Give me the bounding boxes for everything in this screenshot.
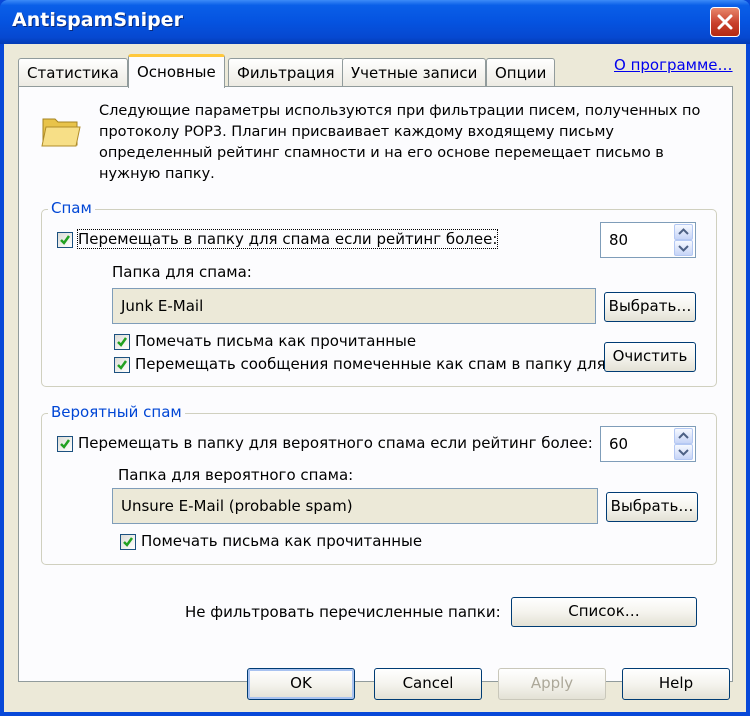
intro-text: Следующие параметры используются при фил… — [99, 103, 701, 182]
checkmark-icon — [117, 360, 128, 370]
spin-up-button[interactable] — [674, 224, 693, 240]
window-title: AntispamSniper — [12, 9, 183, 31]
apply-button[interactable]: Apply — [498, 668, 606, 700]
tab-statistics[interactable]: Статистика — [18, 58, 128, 87]
spam-folder-field[interactable]: Junk E-Mail — [112, 288, 596, 324]
tab-general[interactable]: Основные — [128, 54, 225, 88]
checkmark-icon — [117, 337, 128, 347]
about-link[interactable]: О программе… — [614, 56, 733, 74]
spam-group-legend: Спам — [48, 199, 95, 217]
spam-folder-label: Папка для спама: — [112, 263, 252, 281]
arrow-up-icon — [678, 432, 689, 439]
ok-button[interactable]: OK — [247, 668, 355, 700]
folder-list-button[interactable]: Список… — [511, 597, 697, 627]
checkmark-icon — [60, 235, 71, 245]
probable-folder-field[interactable]: Unsure E-Mail (probable spam) — [112, 488, 598, 524]
spam-clear-button[interactable]: Очистить — [604, 342, 696, 372]
spam-rating-spinner[interactable]: 80 — [600, 222, 696, 258]
arrow-down-icon — [678, 449, 689, 456]
probable-spam-group: Вероятный спам Перемещать в папку для ве… — [41, 403, 717, 565]
move-probable-label[interactable]: Перемещать в папку для вероятного спама … — [78, 434, 593, 452]
dialog-window: AntispamSniper Статистика Основные Фильт… — [0, 0, 750, 716]
tab-filtering[interactable]: Фильтрация — [228, 58, 344, 87]
probable-choose-button[interactable]: Выбрать… — [606, 492, 698, 522]
move-marked-checkbox[interactable] — [114, 357, 130, 373]
arrow-down-icon — [678, 245, 689, 252]
cancel-button[interactable]: Cancel — [374, 668, 482, 700]
spin-down-button[interactable] — [674, 444, 693, 460]
checkmark-icon — [60, 439, 71, 449]
probable-folder-label: Папка для вероятного спама: — [118, 466, 354, 484]
spin-down-button[interactable] — [674, 240, 693, 256]
probable-rating-value: 60 — [609, 435, 629, 453]
tab-options[interactable]: Опции — [486, 58, 556, 87]
tab-label: Учетные записи — [351, 64, 478, 82]
exclude-folders-label: Не фильтровать перечисленные папки: — [185, 603, 501, 621]
close-icon — [717, 14, 733, 30]
arrow-up-icon — [678, 228, 689, 235]
move-spam-checkbox[interactable] — [57, 232, 73, 248]
probable-rating-spinner[interactable]: 60 — [600, 426, 696, 462]
tab-label: Опции — [495, 64, 547, 82]
probable-mark-read-label[interactable]: Помечать письма как прочитанные — [141, 532, 422, 550]
spam-choose-button[interactable]: Выбрать… — [604, 292, 696, 322]
probable-spam-legend: Вероятный спам — [48, 403, 185, 421]
spam-mark-read-label[interactable]: Помечать письма как прочитанные — [135, 332, 416, 350]
spam-rating-value: 80 — [609, 231, 629, 249]
folder-icon — [41, 118, 81, 147]
dialog-body: Статистика Основные Фильтрация Учетные з… — [4, 44, 746, 712]
spin-up-button[interactable] — [674, 428, 693, 444]
tab-label: Основные — [137, 63, 216, 81]
title-bar[interactable]: AntispamSniper — [0, 0, 750, 44]
move-spam-label[interactable]: Перемещать в папку для спама если рейтин… — [76, 229, 499, 249]
tab-panel-general: Следующие параметры используются при фил… — [18, 86, 733, 682]
spam-group: Спам Перемещать в папку для спама если р… — [41, 199, 717, 387]
checkmark-icon — [123, 537, 134, 547]
move-probable-checkbox[interactable] — [57, 436, 73, 452]
tab-label: Фильтрация — [237, 64, 335, 82]
tab-accounts[interactable]: Учетные записи — [342, 58, 487, 87]
close-button[interactable] — [710, 7, 740, 37]
probable-mark-read-checkbox[interactable] — [120, 534, 136, 550]
spam-mark-read-checkbox[interactable] — [114, 334, 130, 350]
move-marked-label[interactable]: Перемещать сообщения помеченные как спам… — [135, 355, 606, 373]
tab-label: Статистика — [27, 64, 119, 82]
help-button[interactable]: Help — [622, 668, 730, 700]
